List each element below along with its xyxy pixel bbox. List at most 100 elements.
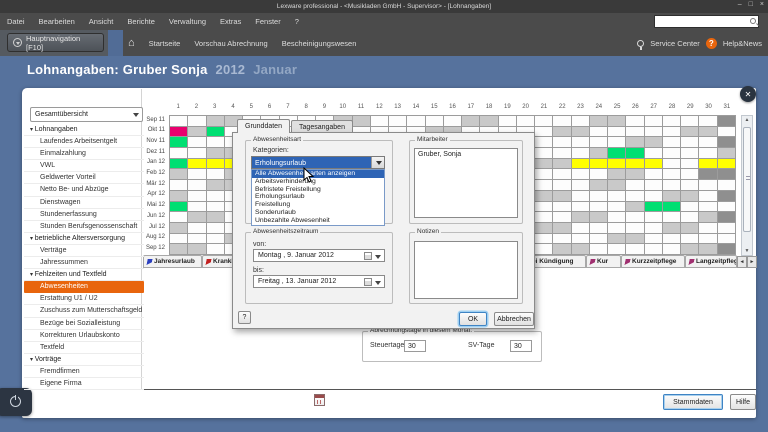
close-icon[interactable]: ×	[760, 1, 764, 8]
calendar-cell[interactable]	[645, 137, 662, 147]
calendar-cell[interactable]	[718, 244, 735, 254]
help-news-link[interactable]: Help&News	[723, 39, 762, 48]
sidebar-item-fremdfirmen[interactable]: Fremdfirmen	[24, 366, 144, 378]
calendar-cell[interactable]	[535, 127, 552, 137]
calendar-cell[interactable]	[590, 169, 607, 179]
calendar-cell[interactable]	[626, 137, 643, 147]
calendar-cell[interactable]	[699, 127, 716, 137]
calendar-cell[interactable]	[553, 159, 570, 169]
calendar-cell[interactable]	[626, 116, 643, 126]
sidebar-item-korrekturen-urlaubskonto[interactable]: Korrekturen Urlaubskonto	[24, 330, 144, 342]
calendar-cell[interactable]	[444, 116, 461, 126]
calendar-cell[interactable]	[535, 234, 552, 244]
calendar-cell[interactable]	[535, 137, 552, 147]
restore-icon[interactable]: □	[749, 1, 753, 8]
sidebar-item-abwesenheiten[interactable]: Abwesenheiten	[24, 281, 144, 293]
calendar-cell[interactable]	[663, 202, 680, 212]
calendar-cell[interactable]	[699, 180, 716, 190]
calendar-cell[interactable]	[718, 116, 735, 126]
sidebar-item-laufendes-arbeitsentgelt[interactable]: Laufendes Arbeitsentgelt	[24, 136, 144, 148]
calendar-cell[interactable]	[188, 159, 205, 169]
scroll-up-icon[interactable]: ▲	[743, 117, 751, 123]
calendar-cell[interactable]	[207, 127, 224, 137]
calendar-cell[interactable]	[535, 169, 552, 179]
calendar-cell[interactable]	[170, 244, 187, 254]
calendar-cell[interactable]	[535, 191, 552, 201]
hauptnavigation-button[interactable]: Hauptnavigation [F10]	[7, 33, 104, 52]
calendar-cell[interactable]	[572, 180, 589, 190]
calendar-cell[interactable]	[572, 148, 589, 158]
sidebar-item-geldwerter-vorteil[interactable]: Geldwerter Vorteil	[24, 172, 144, 184]
calendar-cell[interactable]	[645, 244, 662, 254]
calendar-cell[interactable]	[535, 159, 552, 169]
calendar-cell[interactable]	[681, 212, 698, 222]
calendar-cell[interactable]	[188, 234, 205, 244]
sidebar-item-stundenerfassung[interactable]: Stundenerfassung	[24, 209, 144, 221]
sidebar-item-jahressummen[interactable]: Jahressummen	[24, 257, 144, 269]
calendar-cell[interactable]	[718, 148, 735, 158]
calendar-cell[interactable]	[699, 202, 716, 212]
calendar-cell[interactable]	[608, 244, 625, 254]
category-combobox[interactable]: Erholungsurlaub	[251, 156, 385, 169]
calendar-cell[interactable]	[645, 202, 662, 212]
menu-item-bearbeiten[interactable]: Bearbeiten	[32, 13, 82, 30]
calendar-cell[interactable]	[480, 116, 497, 126]
calendar-cell[interactable]	[188, 202, 205, 212]
calendar-cell[interactable]	[608, 234, 625, 244]
calendar-cell[interactable]	[553, 223, 570, 233]
calendar-cell[interactable]	[699, 137, 716, 147]
calendar-cell[interactable]	[699, 148, 716, 158]
calendar-cell[interactable]	[699, 244, 716, 254]
menu-item-fenster[interactable]: Fenster	[248, 13, 287, 30]
calendar-cell[interactable]	[572, 202, 589, 212]
calendar-cell[interactable]	[170, 202, 187, 212]
calendar-cell[interactable]	[608, 223, 625, 233]
calendar-cell[interactable]	[572, 223, 589, 233]
scroll-down-icon[interactable]: ▼	[743, 248, 751, 254]
scrollbar-thumb[interactable]	[743, 127, 751, 232]
calendar-cell[interactable]	[170, 212, 187, 222]
calendar-cell[interactable]	[535, 116, 552, 126]
sidebar-item-eigene-firma[interactable]: Eigene Firma	[24, 378, 144, 390]
calendar-cell[interactable]	[699, 212, 716, 222]
calendar-cell[interactable]	[389, 116, 406, 126]
calendar-cell[interactable]	[663, 159, 680, 169]
calendar-cell[interactable]	[718, 180, 735, 190]
calendar-cell[interactable]	[590, 137, 607, 147]
chevron-down-icon[interactable]	[375, 281, 381, 285]
calendar-cell[interactable]	[645, 169, 662, 179]
calendar-cell[interactable]	[718, 191, 735, 201]
panel-close-button[interactable]: ✕	[740, 86, 756, 102]
calendar-cell[interactable]	[663, 234, 680, 244]
calendar-cell[interactable]	[590, 159, 607, 169]
menu-item-?[interactable]: ?	[288, 13, 306, 30]
calendar-cell[interactable]	[626, 148, 643, 158]
calendar-cell[interactable]	[608, 137, 625, 147]
calendar-cell[interactable]	[207, 244, 224, 254]
calendar-cell[interactable]	[553, 234, 570, 244]
calendar-cell[interactable]	[590, 180, 607, 190]
combobox-arrow-icon[interactable]	[371, 157, 384, 168]
calendar-cell[interactable]	[699, 223, 716, 233]
calendar-cell[interactable]	[718, 202, 735, 212]
calendar-cell[interactable]	[170, 169, 187, 179]
calendar-cell[interactable]	[626, 169, 643, 179]
calendar-cell[interactable]	[681, 223, 698, 233]
calendar-cell[interactable]	[681, 202, 698, 212]
calendar-cell[interactable]	[371, 116, 388, 126]
sidebar-item-vwl[interactable]: VWL	[24, 160, 144, 172]
legend-tab-jahresurlaub[interactable]: Jahresurlaub	[143, 255, 202, 268]
calendar-cell[interactable]	[699, 159, 716, 169]
calendar-cell[interactable]	[170, 223, 187, 233]
calendar-cell[interactable]	[535, 212, 552, 222]
calendar-cell[interactable]	[188, 244, 205, 254]
calendar-cell[interactable]	[681, 116, 698, 126]
calendar-cell[interactable]	[170, 127, 187, 137]
calendar-cell[interactable]	[681, 180, 698, 190]
calendar-cell[interactable]	[626, 234, 643, 244]
calendar-cell[interactable]	[188, 137, 205, 147]
von-datefield[interactable]: Montag , 9. Januar 2012	[253, 249, 385, 262]
sidebar-item-zuschuss-zum-mutterschaftsgeld[interactable]: Zuschuss zum Mutterschaftsgeld	[24, 305, 144, 317]
calendar-cell[interactable]	[718, 137, 735, 147]
steuertage-field[interactable]: 30	[404, 340, 426, 352]
